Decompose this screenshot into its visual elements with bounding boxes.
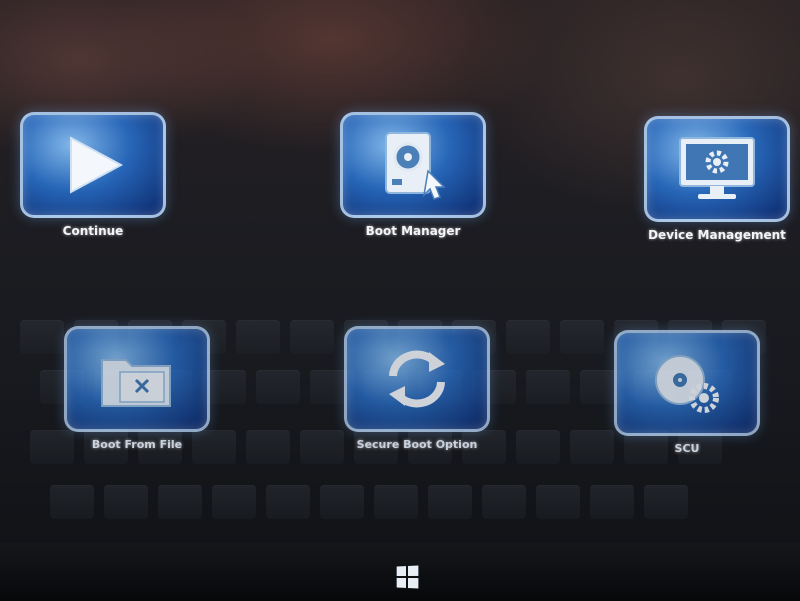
boot-menu-screen: Continue Boot Manager Device Management …: [0, 0, 800, 601]
secure-boot-option-tile[interactable]: Secure Boot Option: [344, 326, 490, 451]
scu-button[interactable]: [614, 330, 760, 436]
refresh-arrows-icon: [389, 350, 445, 408]
continue-label: Continue: [62, 224, 124, 238]
device-management-label: Device Management: [648, 228, 786, 242]
continue-button[interactable]: [20, 112, 166, 218]
boot-from-file-button[interactable]: [64, 326, 210, 432]
disc-gear-icon: [655, 354, 719, 413]
boot-from-file-label: Boot From File: [91, 438, 183, 451]
boot-disk-icon: [385, 132, 446, 200]
continue-tile[interactable]: Continue: [20, 112, 166, 238]
boot-manager-label: Boot Manager: [365, 224, 461, 238]
play-icon: [70, 136, 124, 194]
scu-tile[interactable]: SCU: [614, 330, 760, 455]
scu-label: SCU: [674, 442, 700, 455]
windows-logo-icon[interactable]: [396, 565, 419, 589]
boot-from-file-tile[interactable]: Boot From File: [64, 326, 210, 451]
secure-boot-option-label: Secure Boot Option: [356, 438, 478, 451]
device-management-button[interactable]: [644, 116, 790, 222]
keyboard-row: [50, 485, 688, 519]
boot-manager-tile[interactable]: Boot Manager: [340, 112, 486, 238]
folder-file-icon: [101, 358, 171, 407]
secure-boot-option-button[interactable]: [344, 326, 490, 432]
device-management-tile[interactable]: Device Management: [644, 116, 790, 242]
monitor-gear-icon: [679, 136, 755, 199]
boot-manager-button[interactable]: [340, 112, 486, 218]
